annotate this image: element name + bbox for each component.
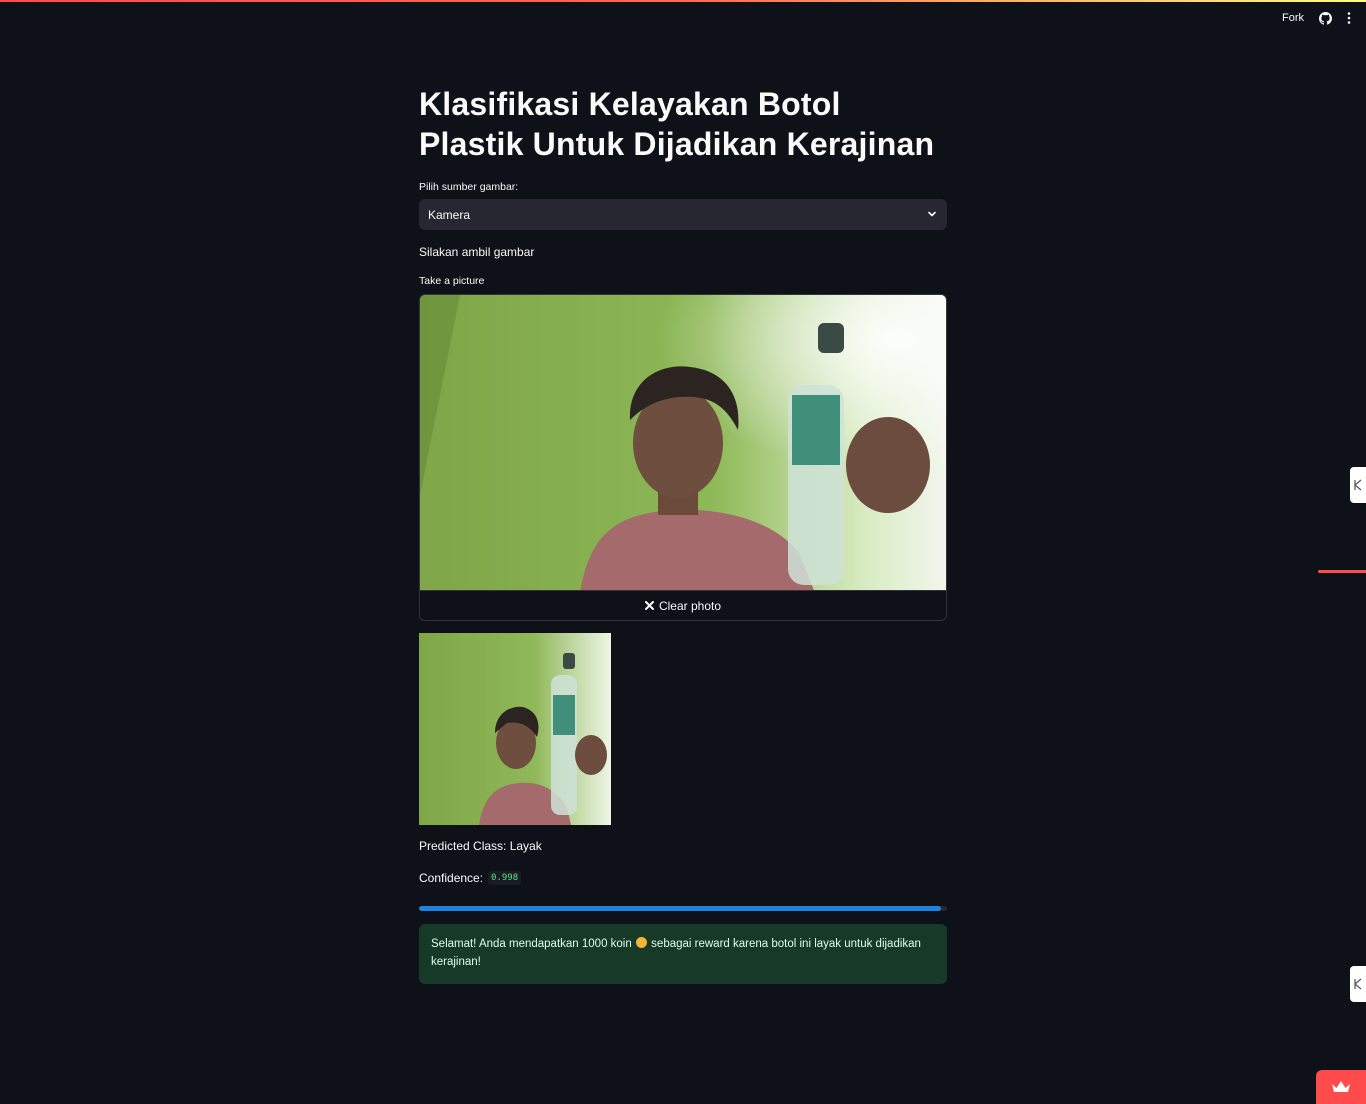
- confidence-progress-bar: [419, 906, 947, 911]
- side-tab-icon: [1354, 479, 1362, 491]
- crown-icon: [1332, 1081, 1350, 1092]
- camera-capture-preview: Clear photo: [419, 294, 947, 621]
- confidence-value: 0.998: [488, 871, 522, 885]
- uploaded-image-preview: [419, 633, 611, 825]
- main-container: Klasifikasi Kelayakan Botol Plastik Untu…: [419, 84, 947, 984]
- source-select[interactable]: Kamera: [419, 199, 947, 230]
- clear-photo-button[interactable]: Clear photo: [420, 590, 946, 620]
- top-decoration-bar: [0, 0, 1366, 2]
- success-alert: Selamat! Anda mendapatkan 1000 koin seba…: [419, 924, 947, 984]
- confidence-row: Confidence: 0.998: [419, 871, 522, 885]
- side-tab-icon: [1354, 978, 1362, 990]
- predicted-class-text: Predicted Class: Layak: [419, 839, 542, 853]
- confidence-progress-fill: [419, 906, 941, 911]
- github-icon[interactable]: [1316, 9, 1334, 27]
- clear-photo-label: Clear photo: [658, 598, 722, 613]
- side-tab-top[interactable]: [1350, 467, 1366, 503]
- more-vertical-icon[interactable]: [1340, 9, 1358, 27]
- streamlit-cloud-button[interactable]: [1316, 1070, 1366, 1104]
- app-toolbar: Fork: [1282, 9, 1358, 27]
- source-select-label: Pilih sumber gambar:: [419, 181, 519, 193]
- success-message-text: Selamat! Anda mendapatkan 1000 koin: [431, 938, 632, 950]
- captured-photo: [420, 295, 946, 593]
- camera-label: Take a picture: [419, 275, 485, 287]
- page-title: Klasifikasi Kelayakan Botol Plastik Untu…: [419, 86, 935, 162]
- instruction-text: Silakan ambil gambar: [419, 245, 535, 259]
- captured-photo-thumbnail: [419, 633, 611, 825]
- fork-button[interactable]: Fork: [1282, 12, 1304, 24]
- coin-icon: [635, 937, 647, 948]
- close-icon: [644, 599, 654, 613]
- source-select-value: Kamera: [428, 207, 471, 222]
- confidence-label: Confidence:: [419, 871, 484, 885]
- chevron-down-icon: [927, 208, 937, 222]
- side-accent-line: [1318, 570, 1366, 573]
- side-tab-bottom[interactable]: [1350, 966, 1366, 1002]
